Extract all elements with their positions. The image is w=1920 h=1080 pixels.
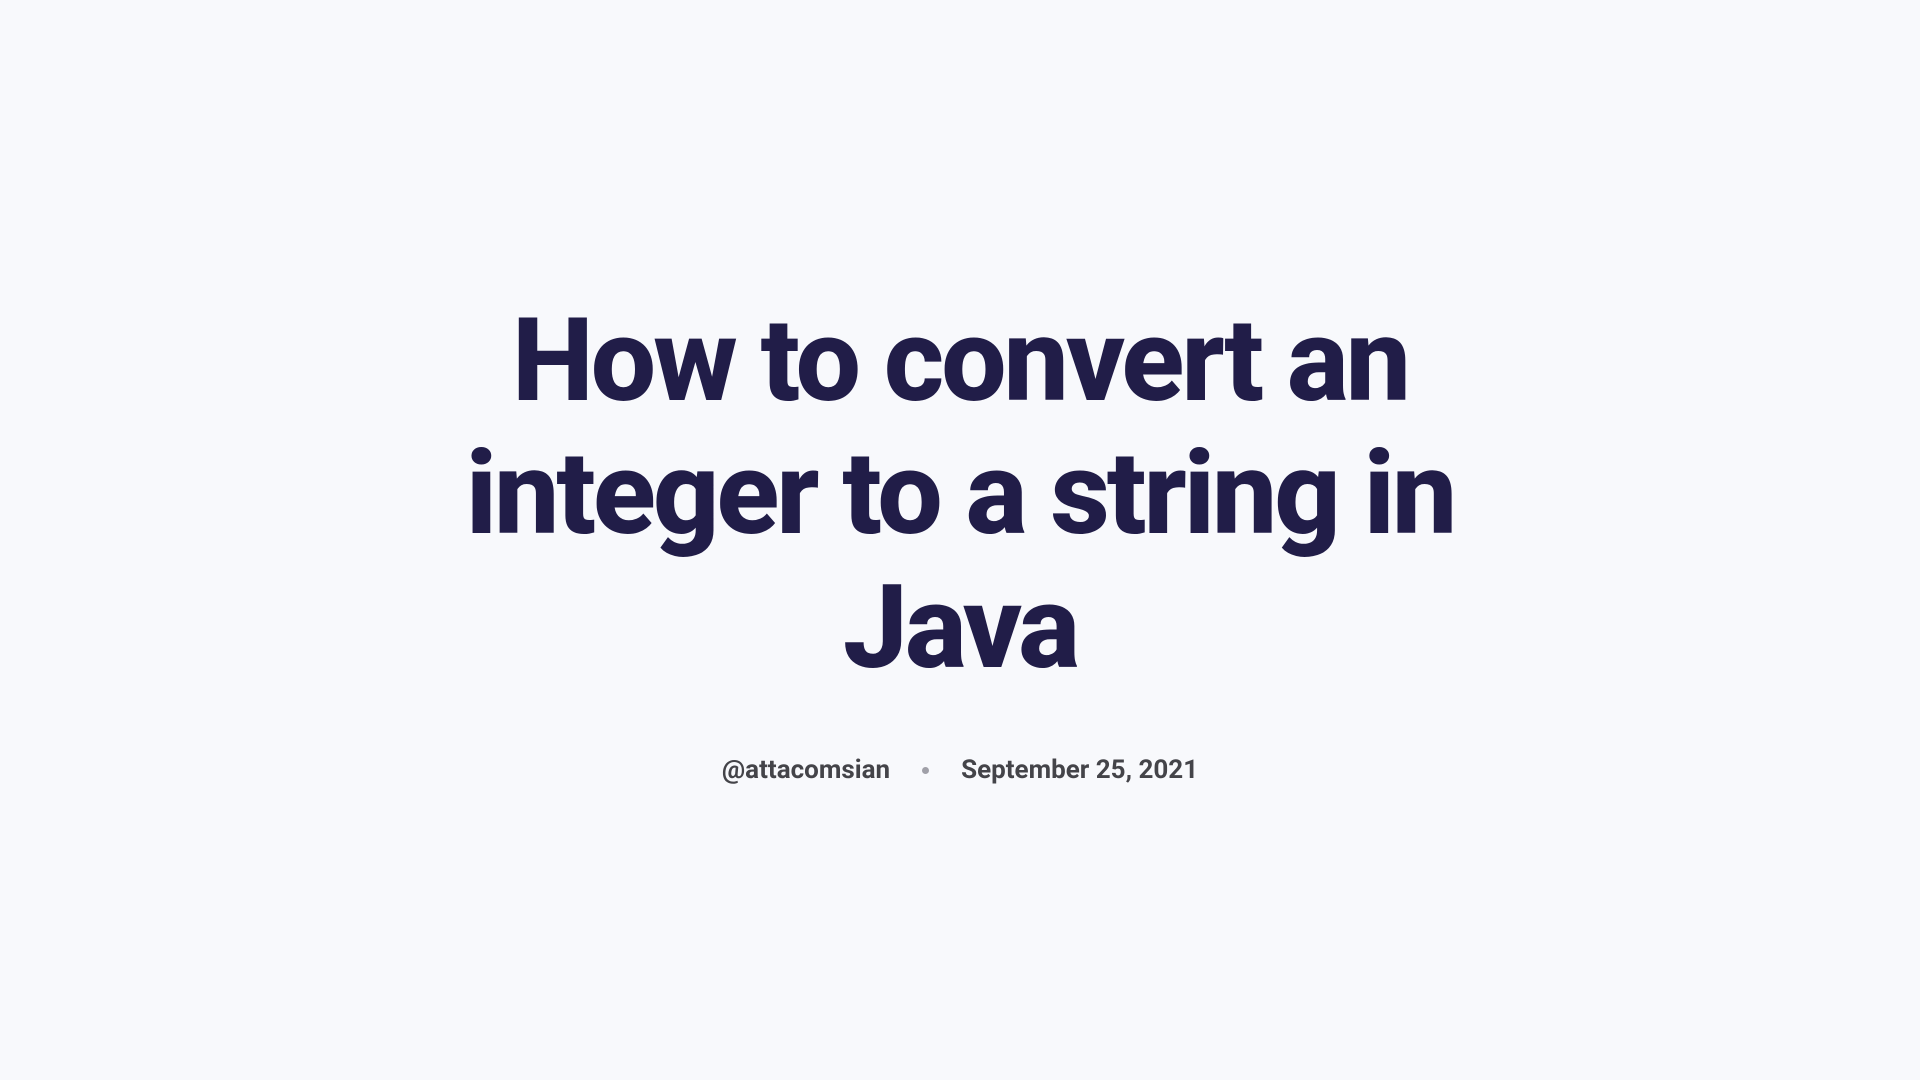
bullet-separator-icon xyxy=(922,767,929,774)
author-handle[interactable]: @attacomsian xyxy=(722,755,890,785)
article-title: How to convert an integer to a string in… xyxy=(400,295,1520,695)
article-meta: @attacomsian September 25, 2021 xyxy=(400,755,1520,785)
publish-date: September 25, 2021 xyxy=(961,755,1198,785)
article-header: How to convert an integer to a string in… xyxy=(360,295,1560,785)
